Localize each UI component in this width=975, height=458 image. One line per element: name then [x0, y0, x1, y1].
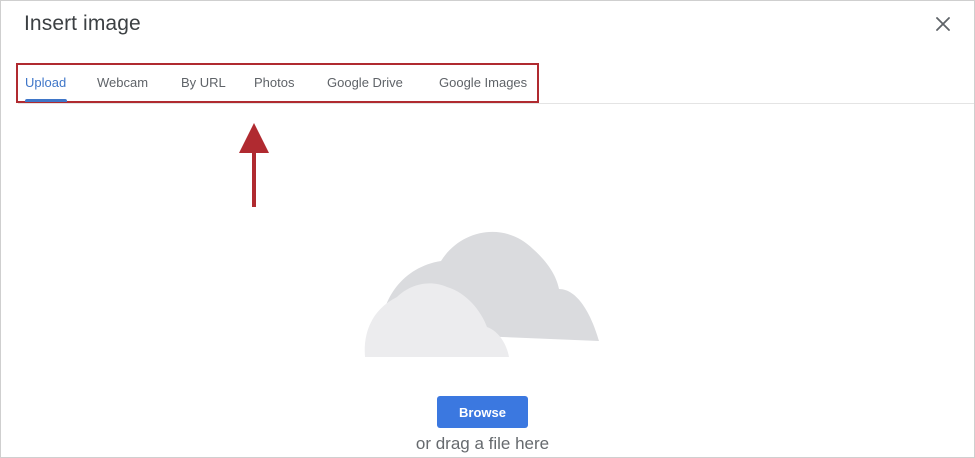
- tab-google-drive[interactable]: Google Drive: [327, 75, 403, 90]
- tab-google-images[interactable]: Google Images: [439, 75, 527, 90]
- cloud-icon: [364, 231, 599, 357]
- tab-webcam[interactable]: Webcam: [97, 75, 148, 90]
- dialog-title: Insert image: [24, 12, 141, 35]
- tab-upload[interactable]: Upload: [25, 75, 66, 90]
- tab-by-url[interactable]: By URL: [181, 75, 226, 90]
- browse-button[interactable]: Browse: [437, 396, 528, 428]
- drag-drop-hint: or drag a file here: [415, 434, 550, 453]
- arrow-up-icon: [239, 123, 269, 207]
- close-icon: [936, 17, 950, 31]
- tab-divider: [18, 103, 974, 104]
- insert-image-dialog: Insert image Upload Webcam By URL Photos…: [0, 0, 975, 458]
- tab-photos[interactable]: Photos: [254, 75, 294, 90]
- close-button[interactable]: [930, 11, 956, 37]
- active-tab-indicator: [25, 99, 67, 102]
